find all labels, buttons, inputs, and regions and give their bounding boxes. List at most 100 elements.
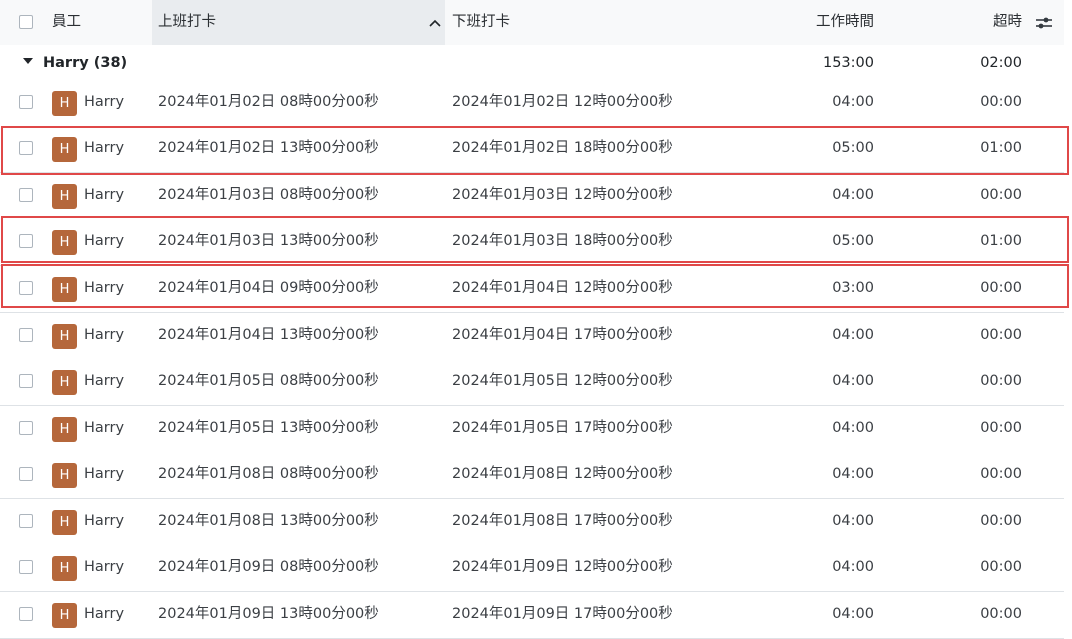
row-checkbox[interactable]: [19, 234, 33, 248]
check-in-time: 2024年01月03日 13時00分00秒: [158, 233, 379, 249]
group-row-harry[interactable]: Harry (38) 153:00 02:00: [0, 45, 1064, 81]
employee-name: Harry: [84, 466, 125, 482]
avatar: H: [52, 137, 77, 162]
avatar: H: [52, 324, 77, 349]
table-row[interactable]: H Harry 2024年01月05日 08時00分00秒 2024年01月05日 1…: [0, 359, 1064, 406]
worked-hours: 04:00: [832, 466, 874, 482]
check-in-time: 2024年01月02日 13時00分00秒: [158, 140, 379, 156]
employee-name: Harry: [84, 327, 125, 343]
check-out-time: 2024年01月08日 12時00分00秒: [452, 466, 673, 482]
check-in-time: 2024年01月05日 08時00分00秒: [158, 373, 379, 389]
table-row[interactable]: H Harry 2024年01月02日 08時00分00秒 2024年01月02日 1…: [0, 80, 1064, 127]
avatar: H: [52, 463, 77, 488]
worked-hours: 04:00: [832, 327, 874, 343]
row-checkbox[interactable]: [19, 188, 33, 202]
row-checkbox[interactable]: [19, 560, 33, 574]
table-header: 員工 上班打卡 下班打卡 工作時間 超時: [0, 0, 1064, 46]
employee-name: Harry: [84, 280, 125, 296]
column-check-in[interactable]: 上班打卡: [152, 0, 445, 45]
check-in-time: 2024年01月08日 08時00分00秒: [158, 466, 379, 482]
worked-hours: 04:00: [832, 559, 874, 575]
worked-hours: 04:00: [832, 373, 874, 389]
table-row[interactable]: H Harry 2024年01月09日 08時00分00秒 2024年01月09日 1…: [0, 545, 1064, 592]
worked-hours: 04:00: [832, 94, 874, 110]
table-row[interactable]: H Harry 2024年01月09日 13時00分00秒 2024年01月09日 1…: [0, 592, 1064, 639]
check-in-time: 2024年01月03日 08時00分00秒: [158, 187, 379, 203]
employee-name: Harry: [84, 559, 125, 575]
table-row[interactable]: H Harry 2024年01月08日 13時00分00秒 2024年01月08日 1…: [0, 499, 1064, 546]
row-checkbox[interactable]: [19, 141, 33, 155]
check-out-time: 2024年01月03日 12時00分00秒: [452, 187, 673, 203]
row-checkbox[interactable]: [19, 467, 33, 481]
check-out-time: 2024年01月08日 17時00分00秒: [452, 513, 673, 529]
check-out-time: 2024年01月05日 17時00分00秒: [452, 420, 673, 436]
row-checkbox[interactable]: [19, 95, 33, 109]
group-name: Harry (38): [43, 55, 128, 71]
worked-hours: 03:00: [832, 280, 874, 296]
check-out-time: 2024年01月09日 12時00分00秒: [452, 559, 673, 575]
table-row[interactable]: H Harry 2024年01月03日 08時00分00秒 2024年01月03日 1…: [0, 173, 1064, 220]
row-checkbox[interactable]: [19, 607, 33, 621]
check-in-time: 2024年01月05日 13時00分00秒: [158, 420, 379, 436]
table-row[interactable]: H Harry 2024年01月08日 08時00分00秒 2024年01月08日 1…: [0, 452, 1064, 499]
group-overtime-total: 02:00: [980, 55, 1022, 71]
overtime-hours: 00:00: [980, 466, 1022, 482]
table-row[interactable]: H Harry 2024年01月02日 13時00分00秒 2024年01月02日 1…: [0, 126, 1064, 173]
check-out-time: 2024年01月05日 12時00分00秒: [452, 373, 673, 389]
check-out-time: 2024年01月04日 17時00分00秒: [452, 327, 673, 343]
overtime-hours: 00:00: [980, 373, 1022, 389]
worked-hours: 05:00: [832, 233, 874, 249]
check-out-time: 2024年01月03日 18時00分00秒: [452, 233, 673, 249]
table-row[interactable]: H Harry 2024年01月03日 13時00分00秒 2024年01月03日 1…: [0, 219, 1064, 266]
select-all-checkbox[interactable]: [19, 15, 33, 29]
overtime-hours: 00:00: [980, 327, 1022, 343]
row-checkbox[interactable]: [19, 328, 33, 342]
worked-hours: 04:00: [832, 606, 874, 622]
overtime-hours: 00:00: [980, 606, 1022, 622]
overtime-hours: 00:00: [980, 559, 1022, 575]
avatar: H: [52, 603, 77, 628]
employee-name: Harry: [84, 420, 125, 436]
employee-name: Harry: [84, 94, 125, 110]
avatar: H: [52, 230, 77, 255]
check-in-time: 2024年01月04日 09時00分00秒: [158, 280, 379, 296]
check-out-time: 2024年01月02日 12時00分00秒: [452, 94, 673, 110]
column-check-in-label: 上班打卡: [158, 14, 216, 30]
row-checkbox[interactable]: [19, 374, 33, 388]
table-row[interactable]: H Harry 2024年01月04日 13時00分00秒 2024年01月04日 1…: [0, 313, 1064, 360]
column-check-out[interactable]: 下班打卡: [452, 0, 510, 45]
avatar: H: [52, 91, 77, 116]
column-overtime[interactable]: 超時: [960, 0, 1022, 45]
employee-name: Harry: [84, 140, 125, 156]
overtime-hours: 00:00: [980, 94, 1022, 110]
overtime-hours: 00:00: [980, 513, 1022, 529]
check-out-time: 2024年01月02日 18時00分00秒: [452, 140, 673, 156]
check-out-time: 2024年01月04日 12時00分00秒: [452, 280, 673, 296]
overtime-hours: 00:00: [980, 187, 1022, 203]
avatar: H: [52, 556, 77, 581]
check-in-time: 2024年01月09日 13時00分00秒: [158, 606, 379, 622]
table-row[interactable]: H Harry 2024年01月04日 09時00分00秒 2024年01月04日 1…: [0, 266, 1064, 313]
avatar: H: [52, 417, 77, 442]
avatar: H: [52, 277, 77, 302]
employee-name: Harry: [84, 373, 125, 389]
avatar: H: [52, 370, 77, 395]
overtime-hours: 00:00: [980, 280, 1022, 296]
employee-name: Harry: [84, 187, 125, 203]
column-worked-hours[interactable]: 工作時間: [780, 0, 874, 45]
overtime-hours: 00:00: [980, 420, 1022, 436]
overtime-hours: 01:00: [980, 140, 1022, 156]
row-checkbox[interactable]: [19, 421, 33, 435]
sliders-icon[interactable]: [1035, 14, 1053, 32]
worked-hours: 04:00: [832, 187, 874, 203]
column-employee[interactable]: 員工: [52, 0, 81, 45]
check-in-time: 2024年01月02日 08時00分00秒: [158, 94, 379, 110]
table-row[interactable]: H Harry 2024年01月05日 13時00分00秒 2024年01月05日 1…: [0, 406, 1064, 453]
row-checkbox[interactable]: [19, 281, 33, 295]
check-in-time: 2024年01月09日 08時00分00秒: [158, 559, 379, 575]
caret-down-icon[interactable]: [23, 58, 33, 64]
check-in-time: 2024年01月04日 13時00分00秒: [158, 327, 379, 343]
row-checkbox[interactable]: [19, 514, 33, 528]
worked-hours: 04:00: [832, 513, 874, 529]
worked-hours: 04:00: [832, 420, 874, 436]
